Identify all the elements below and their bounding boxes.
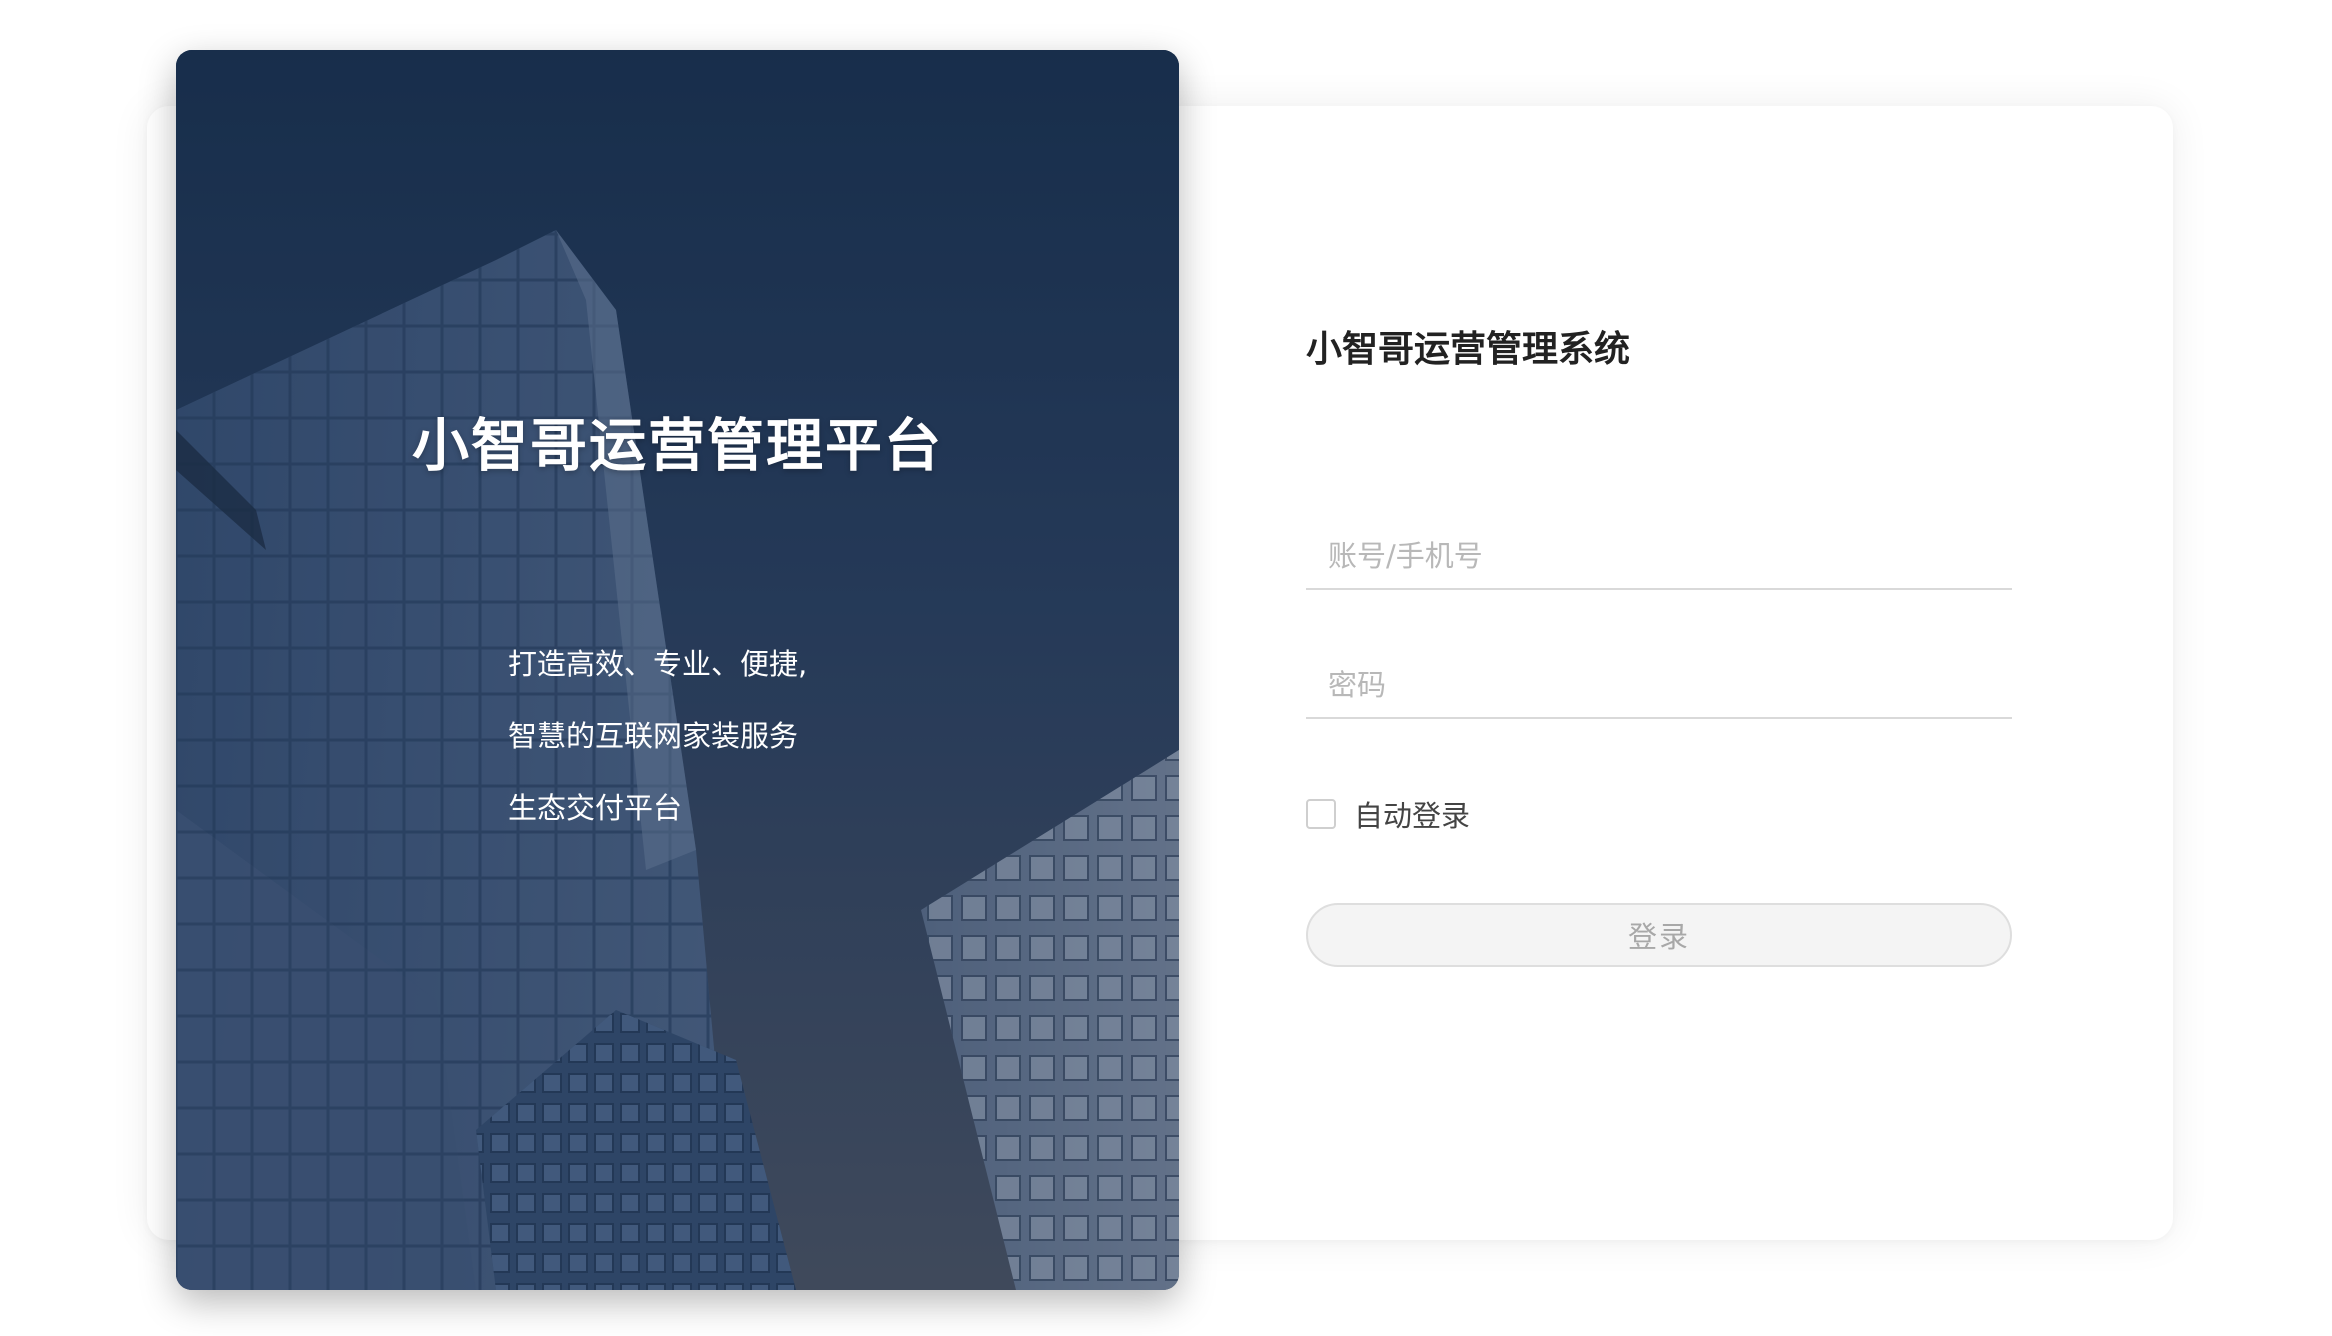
system-title: 小智哥运营管理系统 <box>1306 329 1631 370</box>
login-button[interactable]: 登录 <box>1306 903 2012 967</box>
hero-slogan: 打造高效、专业、便捷, 智慧的互联网家装服务 生态交付平台 <box>508 628 807 844</box>
password-field-container <box>1306 653 2012 719</box>
hero-panel: 小智哥运营管理平台 打造高效、专业、便捷, 智慧的互联网家装服务 生态交付平台 <box>176 50 1179 1290</box>
account-field-container <box>1306 524 2012 590</box>
hero-title: 小智哥运营管理平台 <box>412 413 943 479</box>
account-input[interactable] <box>1306 524 2012 588</box>
hero-slogan-line: 打造高效、专业、便捷, <box>508 647 808 681</box>
password-input[interactable] <box>1306 653 2012 717</box>
auto-login-label[interactable]: 自动登录 <box>1354 793 1470 835</box>
login-page: 小智哥运营管理平台 打造高效、专业、便捷, 智慧的互联网家装服务 生态交付平台 … <box>0 0 2332 1336</box>
auto-login-checkbox[interactable] <box>1306 799 1336 829</box>
auto-login-row[interactable]: 自动登录 <box>1306 797 1470 833</box>
hero-slogan-line: 智慧的互联网家装服务 <box>508 719 799 753</box>
hero-slogan-line: 生态交付平台 <box>508 791 683 825</box>
